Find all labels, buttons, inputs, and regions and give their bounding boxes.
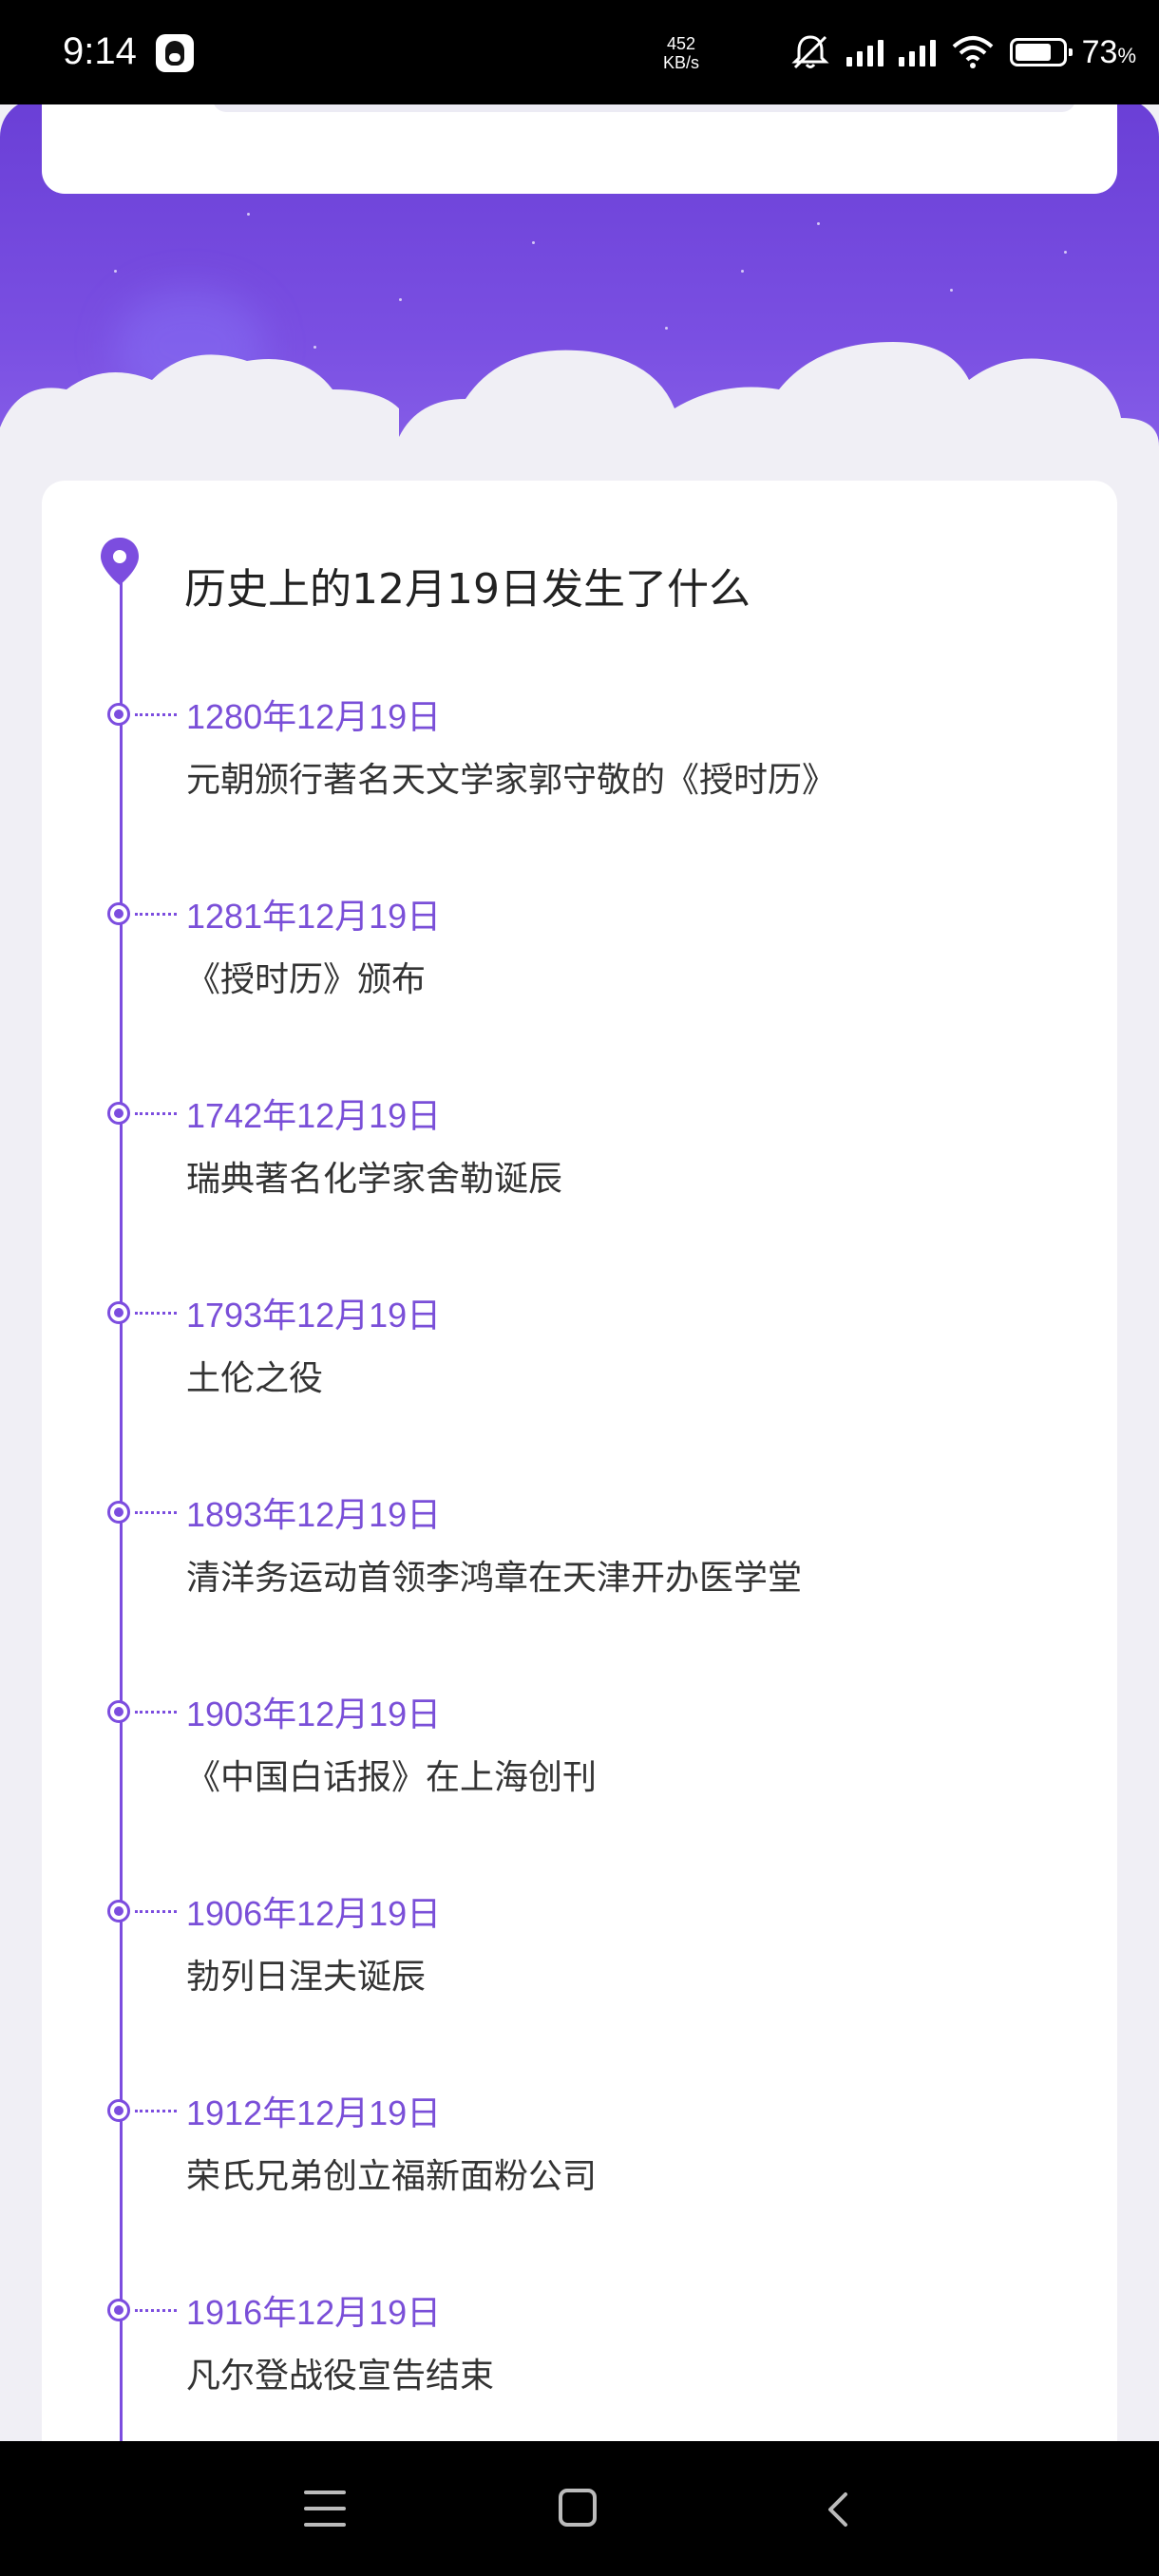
timeline-dot [107,902,130,925]
timeline-dot [107,2299,130,2321]
timeline-dot [107,1301,130,1324]
event-date: 1893年12月19日 [186,1495,442,1534]
timeline-dot [107,1700,130,1723]
location-pin-icon [101,538,139,585]
event-date: 1793年12月19日 [186,1296,442,1335]
back-icon[interactable] [819,2491,857,2529]
timeline-event: 1893年12月19日清洋务运动首领李鸿章在天津开办医学堂 [42,1495,1117,1691]
event-description: 清洋务运动首领李鸿章在天津开办医学堂 [186,1559,803,1598]
event-description: 荣氏兄弟创立福新面粉公司 [186,2157,598,2196]
timeline-event: 1906年12月19日 勃列日涅夫诞辰 [42,1894,1117,2090]
event-description: 勃列日涅夫诞辰 [186,1958,427,1997]
battery-percent: 73% [1081,33,1136,70]
status-bar: 9:14 452 KB/s 73% [0,0,1159,104]
event-description: 元朝颁行著名天文学家郭守敬的《授时历》 [186,761,837,800]
event-date: 1281年12月19日 [186,897,442,936]
timeline-event: 1280年12月19日元朝颁行著名天文学家郭守敬的《授时历》 [42,697,1117,893]
wifi-icon [952,36,993,68]
timeline-dot [107,1501,130,1524]
event-date: 1916年12月19日 [186,2293,442,2332]
status-icons: 73% [789,28,1136,76]
timeline-event: 1281年12月19日 《授时历》颁布 [42,897,1117,1092]
event-date: 1912年12月19日 [186,2093,442,2132]
dotted-connector [135,713,177,716]
hd-signal-icon [898,38,936,66]
event-description: 《授时历》颁布 [186,960,427,999]
timeline-event: 1742年12月19日瑞典著名化学家舍勒诞辰 [42,1096,1117,1292]
event-description: 土伦之役 [186,1359,324,1398]
event-date: 1280年12月19日 [186,697,442,736]
dotted-connector [135,1112,177,1115]
qq-icon [156,34,194,72]
signal-icon [846,38,884,66]
dotted-connector [135,1910,177,1913]
network-speed: 452 KB/s [663,34,699,72]
event-description: 凡尔登战役宣告结束 [186,2357,495,2396]
timeline-event: 1912年12月19日荣氏兄弟创立福新面粉公司 [42,2093,1117,2289]
event-date: 1742年12月19日 [186,1096,442,1135]
dotted-connector [135,2309,177,2312]
history-timeline-card: 历史上的12月19日发生了什么 1280年12月19日元朝颁行著名天文学家郭守敬… [42,481,1117,2494]
menu-icon[interactable] [304,2491,346,2527]
event-date: 1906年12月19日 [186,1894,442,1933]
top-card [42,99,1117,194]
timeline-title: 历史上的12月19日发生了什么 [184,565,750,614]
mute-icon [790,35,829,69]
network-speed-value: 452 [666,34,696,53]
timeline-event: 1793年12月19日 土伦之役 [42,1296,1117,1491]
dotted-connector [135,1511,177,1514]
event-date: 1903年12月19日 [186,1695,442,1733]
dotted-connector [135,2110,177,2112]
navigation-bar [0,2441,1159,2576]
dotted-connector [135,1711,177,1714]
status-time: 9:14 [63,30,137,72]
network-speed-unit: KB/s [663,53,700,72]
timeline-dot [107,703,130,726]
timeline-dot [107,1102,130,1125]
timeline-event: 1903年12月19日《中国白话报》在上海创刊 [42,1695,1117,1890]
dotted-connector [135,913,177,916]
home-icon[interactable] [559,2489,597,2527]
event-description: 《中国白话报》在上海创刊 [186,1758,598,1797]
timeline-dot [107,2099,130,2122]
event-description: 瑞典著名化学家舍勒诞辰 [186,1160,563,1199]
timeline-dot [107,1900,130,1923]
battery-icon [1009,38,1073,66]
dotted-connector [135,1312,177,1315]
